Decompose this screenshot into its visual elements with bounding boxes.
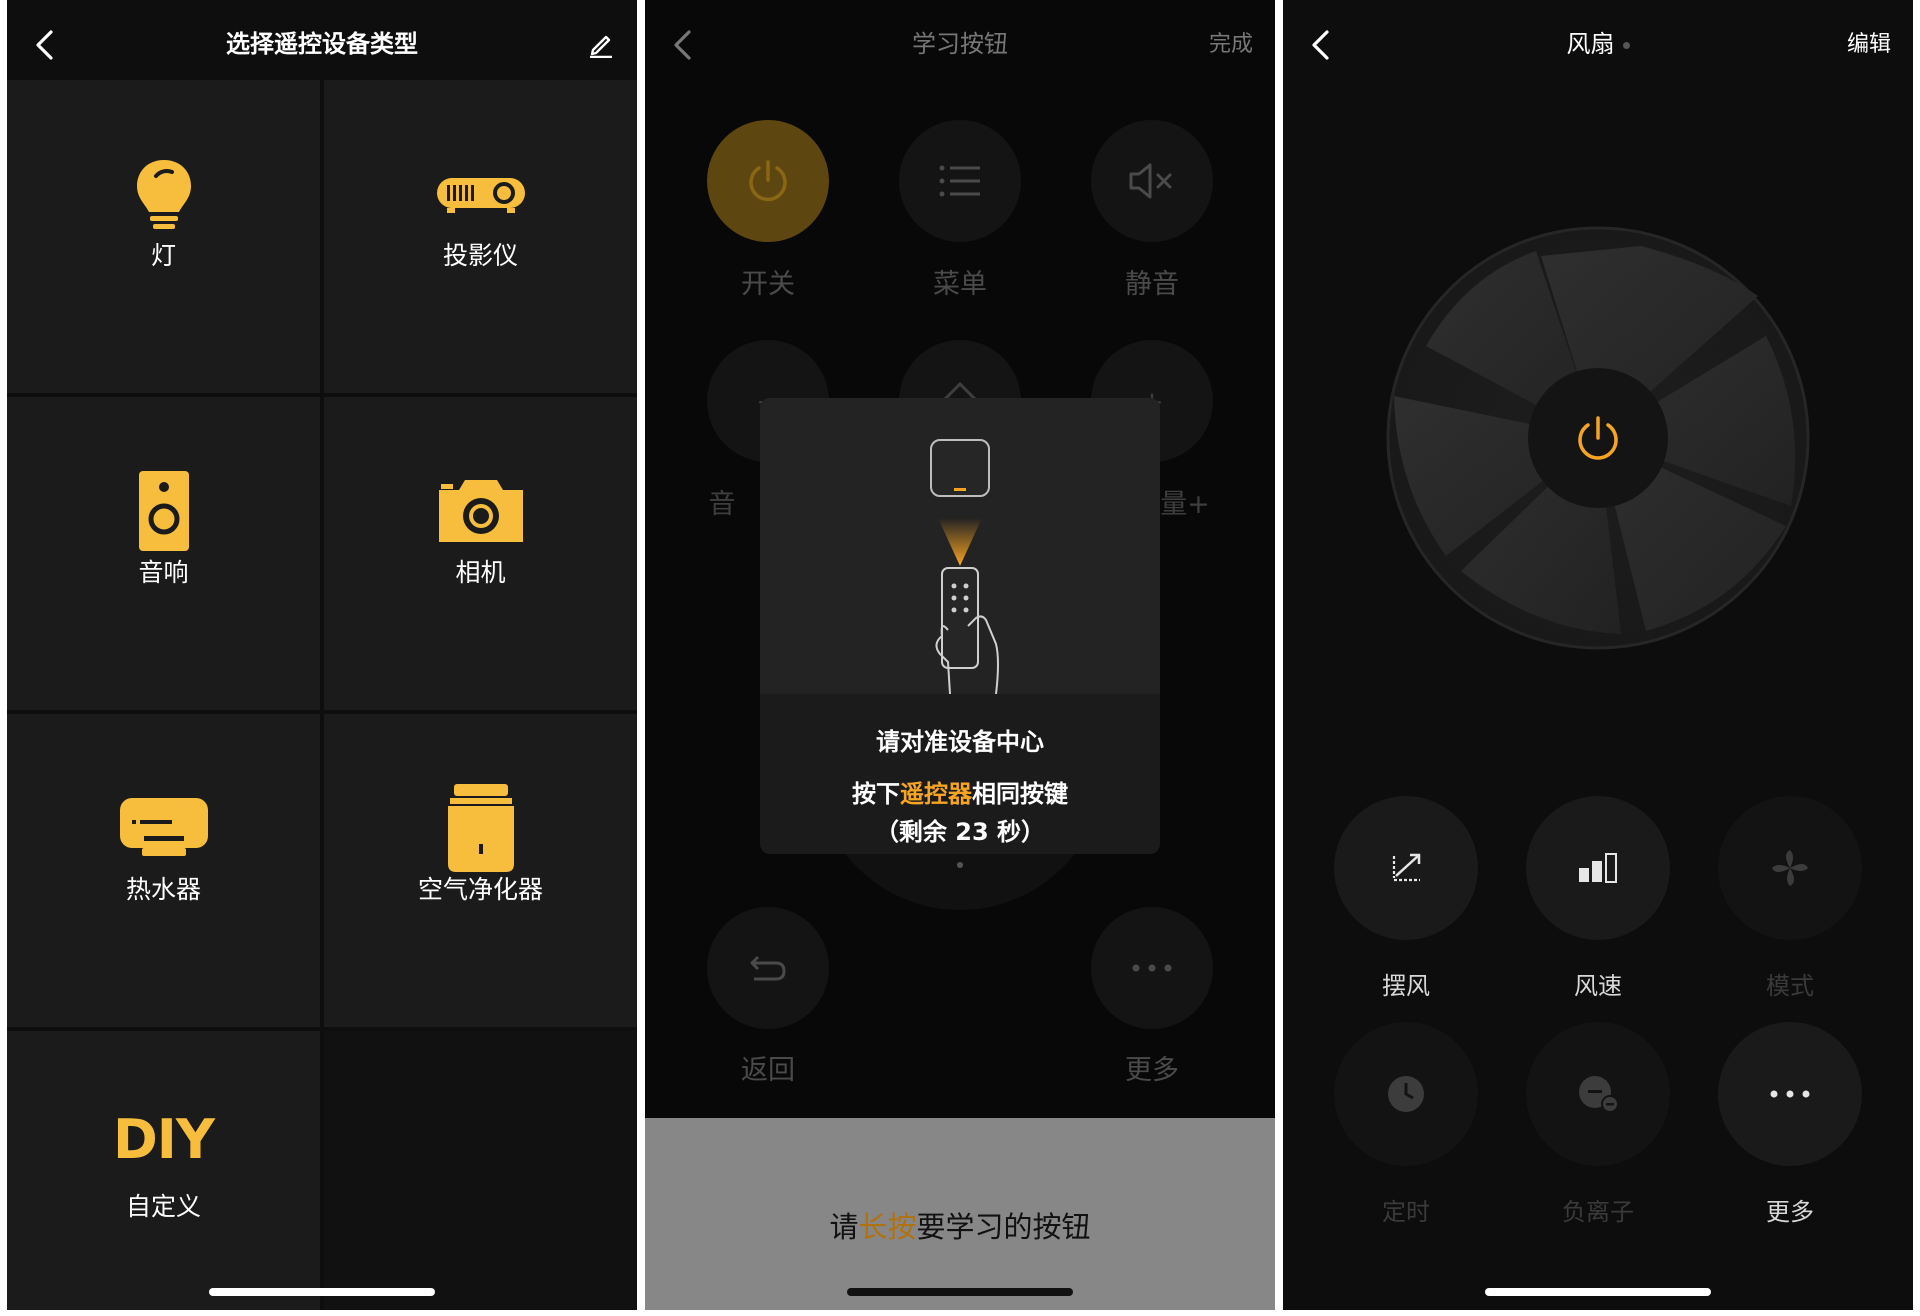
modal-text: 相同按键 [972, 780, 1068, 808]
device-name: 风扇 [1566, 30, 1615, 58]
device-label: 相机 [455, 558, 506, 587]
anion-icon [1579, 1076, 1619, 1113]
home-indicator [209, 1288, 435, 1296]
menu-button[interactable] [899, 120, 1021, 242]
device-cell-speaker[interactable]: 音响 [7, 397, 320, 710]
swing-label: 摆风 [1382, 972, 1430, 1000]
page-title: 学习按钮 [912, 30, 1008, 58]
return-button[interactable] [707, 907, 829, 1029]
hint-highlight: 长按 [858, 1210, 917, 1244]
navbar: 风扇 编辑 [1283, 0, 1913, 78]
mute-label: 静音 [1125, 269, 1179, 300]
diy-icon: DIY [112, 1107, 215, 1171]
more-button[interactable] [1091, 907, 1213, 1029]
device-label: 音响 [138, 558, 189, 587]
device-label: 灯 [150, 241, 176, 270]
edit-button[interactable]: 编辑 [1847, 26, 1891, 58]
modal-highlight: 遥控器 [900, 780, 972, 808]
edit-button[interactable] [587, 30, 615, 59]
power-label: 开关 [741, 269, 795, 300]
fan-power-button[interactable] [1558, 398, 1638, 478]
home-indicator [1485, 1288, 1711, 1296]
device-cell-camera[interactable]: 相机 [324, 397, 637, 710]
modal-instruction-1: 请对准设备中心 [876, 728, 1044, 756]
bulb-icon [136, 160, 191, 229]
swing-icon [1392, 853, 1421, 882]
empty-cell [324, 1031, 637, 1310]
volume-down-label: 音 [708, 489, 736, 520]
more-label: 更多 [1766, 1198, 1814, 1226]
hint-text: 请长按要学习的按钮 [645, 1204, 1275, 1246]
mute-icon [1129, 163, 1172, 199]
more-dots-icon [1770, 1090, 1810, 1098]
return-label: 返回 [741, 1055, 795, 1086]
done-button[interactable]: 完成 [1209, 26, 1253, 58]
speaker-icon [138, 471, 189, 551]
modal-text: 按下 [852, 780, 900, 808]
mode-label: 模式 [1766, 972, 1814, 1000]
power-icon [749, 160, 787, 202]
hint-text-part: 请 [829, 1210, 859, 1244]
swing-button[interactable] [1334, 796, 1478, 940]
timer-button[interactable] [1334, 1022, 1478, 1166]
page-title: 选择遥控设备类型 [226, 30, 418, 58]
fan-control-screen: 风扇 编辑 摆风 风速 模式 定时 负离子 更多 [1283, 0, 1913, 1310]
device-cell-diy[interactable]: DIY 自定义 [7, 1031, 320, 1310]
learn-button-screen: 学习按钮 完成 开关 菜单 静音 − + 音 量+ [645, 0, 1275, 1310]
device-type-screen: 选择遥控设备类型 灯 投影仪 音响 相机 热水器 空气净化器 DIY 自定义 [7, 0, 637, 1310]
hint-bar: 请长按要学习的按钮 [645, 1118, 1275, 1310]
menu-label: 菜单 [933, 269, 987, 300]
modal-illustration-area [760, 398, 1160, 695]
navbar: 学习按钮 完成 [645, 0, 1275, 78]
power-icon [1578, 416, 1618, 460]
projector-icon [436, 178, 525, 213]
anion-button[interactable] [1526, 1022, 1670, 1166]
anion-label: 负离子 [1562, 1198, 1634, 1226]
dpad-ok-dot [957, 862, 963, 868]
camera-icon [438, 480, 523, 542]
device-label: 热水器 [125, 875, 201, 904]
fan-speed-button[interactable] [1526, 796, 1670, 940]
mode-button[interactable] [1718, 796, 1862, 940]
modal-instruction-2: 按下遥控器相同按键 [760, 774, 1160, 809]
clock-icon [1388, 1076, 1424, 1112]
device-cell-water-heater[interactable]: 热水器 [7, 714, 320, 1027]
device-cell-projector[interactable]: 投影仪 [324, 80, 637, 393]
status-dot [1622, 41, 1630, 49]
device-cell-air-purifier[interactable]: 空气净化器 [324, 714, 637, 1027]
device-label: 投影仪 [442, 241, 518, 270]
air-purifier-icon [447, 784, 514, 872]
more-dots-icon [1132, 964, 1172, 972]
more-button[interactable] [1718, 1022, 1862, 1166]
timer-label: 定时 [1382, 1198, 1430, 1226]
pencil-icon [590, 35, 612, 59]
hint-text-part: 要学习的按钮 [916, 1210, 1091, 1244]
power-button[interactable] [707, 120, 829, 242]
fan-graphic [1386, 226, 1810, 650]
water-heater-icon [119, 798, 208, 856]
device-label: 自定义 [125, 1192, 201, 1221]
return-arrow-icon [750, 955, 786, 981]
countdown-text: （剩余 23 秒） [874, 818, 1046, 846]
remote-pointing-illustration [930, 439, 999, 695]
fan-speed-label: 风速 [1574, 972, 1622, 1000]
navbar: 选择遥控设备类型 [7, 0, 637, 78]
menu-list-icon [939, 165, 980, 197]
device-cell-light[interactable]: 灯 [7, 80, 320, 393]
fan-speed-icon [1579, 853, 1617, 883]
mute-button[interactable] [1091, 120, 1213, 242]
fan-mode-icon [1772, 850, 1808, 886]
more-label: 更多 [1125, 1055, 1179, 1086]
home-indicator [847, 1288, 1073, 1296]
learning-modal: 请对准设备中心 按下遥控器相同按键 （剩余 23 秒） [760, 398, 1160, 854]
device-label: 空气净化器 [417, 875, 543, 904]
page-title: 风扇 [1283, 24, 1913, 59]
